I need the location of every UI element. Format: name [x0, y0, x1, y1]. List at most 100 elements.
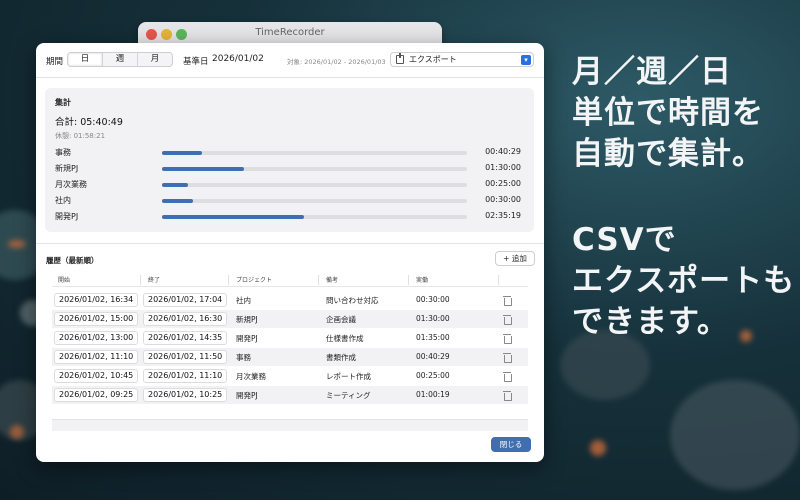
- promo-line: エクスポートも: [572, 263, 796, 299]
- period-label: 期間: [46, 57, 64, 67]
- note-cell: ミーティング: [326, 391, 371, 400]
- add-entry-button[interactable]: + 追加: [495, 251, 535, 266]
- divider: [36, 243, 544, 244]
- category-bar: [162, 199, 193, 203]
- category-name: 月次業務: [55, 180, 87, 189]
- category-time: 01:30:00: [485, 163, 521, 172]
- start-datetime-field[interactable]: 2026/01/02, 11:10: [54, 350, 139, 364]
- history-title: 履歴（最新順）: [46, 256, 99, 265]
- history-table: 開始 終了 プロジェクト 備考 実働 2026/01/02, 16:34 202…: [52, 273, 528, 433]
- base-date-label: 基準日: [183, 57, 209, 67]
- category-bar-track: [162, 167, 467, 171]
- column-divider: [318, 275, 319, 285]
- end-datetime-field[interactable]: 2026/01/02, 11:10: [143, 369, 228, 383]
- column-header-worked[interactable]: 実働: [416, 275, 428, 284]
- note-cell: 仕様書作成: [326, 334, 364, 343]
- category-bar-track: [162, 215, 467, 219]
- table-row[interactable]: 2026/01/02, 11:10 2026/01/02, 11:50 事務 書…: [52, 348, 528, 366]
- worked-cell: 00:40:29: [416, 352, 450, 361]
- category-bar-track: [162, 183, 467, 187]
- project-cell: 開発PJ: [236, 334, 258, 343]
- category-name: 社内: [55, 196, 71, 205]
- project-cell: 新規PJ: [236, 315, 258, 324]
- table-footer: [52, 419, 528, 431]
- category-bar-track: [162, 199, 467, 203]
- category-row: 社内 00:30:00: [55, 194, 525, 208]
- column-header-start[interactable]: 開始: [58, 275, 70, 284]
- break-time: 休憩: 01:58:21: [55, 132, 106, 140]
- worked-cell: 01:35:00: [416, 333, 450, 342]
- category-name: 事務: [55, 148, 71, 157]
- column-header-note[interactable]: 備考: [326, 275, 338, 284]
- end-datetime-field[interactable]: 2026/01/02, 14:35: [143, 331, 228, 345]
- column-divider: [498, 275, 499, 285]
- category-time: 02:35:19: [485, 211, 521, 220]
- end-datetime-field[interactable]: 2026/01/02, 17:04: [143, 293, 228, 307]
- share-icon: [396, 53, 404, 64]
- start-datetime-field[interactable]: 2026/01/02, 15:00: [54, 312, 139, 326]
- project-cell: 事務: [236, 353, 251, 362]
- promo-line: できます。: [572, 304, 729, 340]
- divider: [36, 77, 544, 78]
- trash-icon[interactable]: [503, 390, 512, 401]
- promo-line: 自動で集計。: [572, 136, 764, 172]
- project-cell: 月次業務: [236, 372, 266, 381]
- project-cell: 開発PJ: [236, 391, 258, 400]
- promo-line: 月／週／日: [572, 54, 732, 90]
- start-datetime-field[interactable]: 2026/01/02, 09:25: [54, 388, 139, 402]
- promo-line: 単位で時間を: [572, 95, 764, 131]
- trash-icon[interactable]: [503, 352, 512, 363]
- window-title: TimeRecorder: [255, 27, 325, 38]
- column-divider: [228, 275, 229, 285]
- category-bar-track: [162, 151, 467, 155]
- summary-title: 集計: [55, 98, 71, 107]
- worked-cell: 01:30:00: [416, 314, 450, 323]
- base-date-picker[interactable]: 2026/01/02: [212, 54, 264, 64]
- end-datetime-field[interactable]: 2026/01/02, 16:30: [143, 312, 228, 326]
- category-name: 開発PJ: [55, 212, 79, 221]
- worked-cell: 00:30:00: [416, 295, 450, 304]
- table-row[interactable]: 2026/01/02, 09:25 2026/01/02, 10:25 開発PJ…: [52, 386, 528, 404]
- promo-block-export: CSVで エクスポートも できます。: [572, 220, 795, 343]
- table-row[interactable]: 2026/01/02, 16:34 2026/01/02, 17:04 社内 問…: [52, 291, 528, 309]
- promo-block-summary: 月／週／日 単位で時間を 自動で集計。: [572, 52, 764, 175]
- end-datetime-field[interactable]: 2026/01/02, 11:50: [143, 350, 228, 364]
- table-row[interactable]: 2026/01/02, 15:00 2026/01/02, 16:30 新規PJ…: [52, 310, 528, 328]
- segment-day[interactable]: 日: [68, 53, 103, 66]
- table-row[interactable]: 2026/01/02, 10:45 2026/01/02, 11:10 月次業務…: [52, 367, 528, 385]
- start-datetime-field[interactable]: 2026/01/02, 16:34: [54, 293, 139, 307]
- start-datetime-field[interactable]: 2026/01/02, 10:45: [54, 369, 139, 383]
- column-divider: [140, 275, 141, 285]
- trash-icon[interactable]: [503, 295, 512, 306]
- export-popup-button[interactable]: エクスポート ▾: [390, 52, 534, 67]
- category-time: 00:30:00: [485, 195, 521, 204]
- category-row: 開発PJ 02:35:19: [55, 210, 525, 224]
- category-time: 00:40:29: [485, 147, 521, 156]
- start-datetime-field[interactable]: 2026/01/02, 13:00: [54, 331, 139, 345]
- column-header-project[interactable]: プロジェクト: [236, 275, 272, 284]
- table-header: 開始 終了 プロジェクト 備考 実働: [52, 273, 528, 287]
- note-cell: 書類作成: [326, 353, 356, 362]
- category-bar: [162, 215, 304, 219]
- trash-icon[interactable]: [503, 371, 512, 382]
- promo-line: CSVで: [572, 222, 677, 258]
- worked-cell: 00:25:00: [416, 371, 450, 380]
- range-text: 対象: 2026/01/02 - 2026/01/03: [287, 58, 386, 66]
- trash-icon[interactable]: [503, 333, 512, 344]
- category-bar: [162, 151, 202, 155]
- total-time: 合計: 05:40:49: [55, 117, 123, 128]
- toolbar: 期間 日 週 月 基準日 2026/01/02 対象: 2026/01/02 -…: [36, 43, 544, 77]
- note-cell: 企画会議: [326, 315, 356, 324]
- trash-icon[interactable]: [503, 314, 512, 325]
- close-button[interactable]: 閉じる: [491, 437, 531, 452]
- column-header-end[interactable]: 終了: [148, 275, 160, 284]
- export-label: エクスポート: [409, 55, 457, 64]
- category-time: 00:25:00: [485, 179, 521, 188]
- category-name: 新規PJ: [55, 164, 79, 173]
- category-row: 月次業務 00:25:00: [55, 178, 525, 192]
- end-datetime-field[interactable]: 2026/01/02, 10:25: [143, 388, 228, 402]
- table-row[interactable]: 2026/01/02, 13:00 2026/01/02, 14:35 開発PJ…: [52, 329, 528, 347]
- period-segmented-control: 日 週 月: [67, 52, 173, 67]
- segment-week[interactable]: 週: [103, 53, 138, 66]
- segment-month[interactable]: 月: [138, 53, 172, 66]
